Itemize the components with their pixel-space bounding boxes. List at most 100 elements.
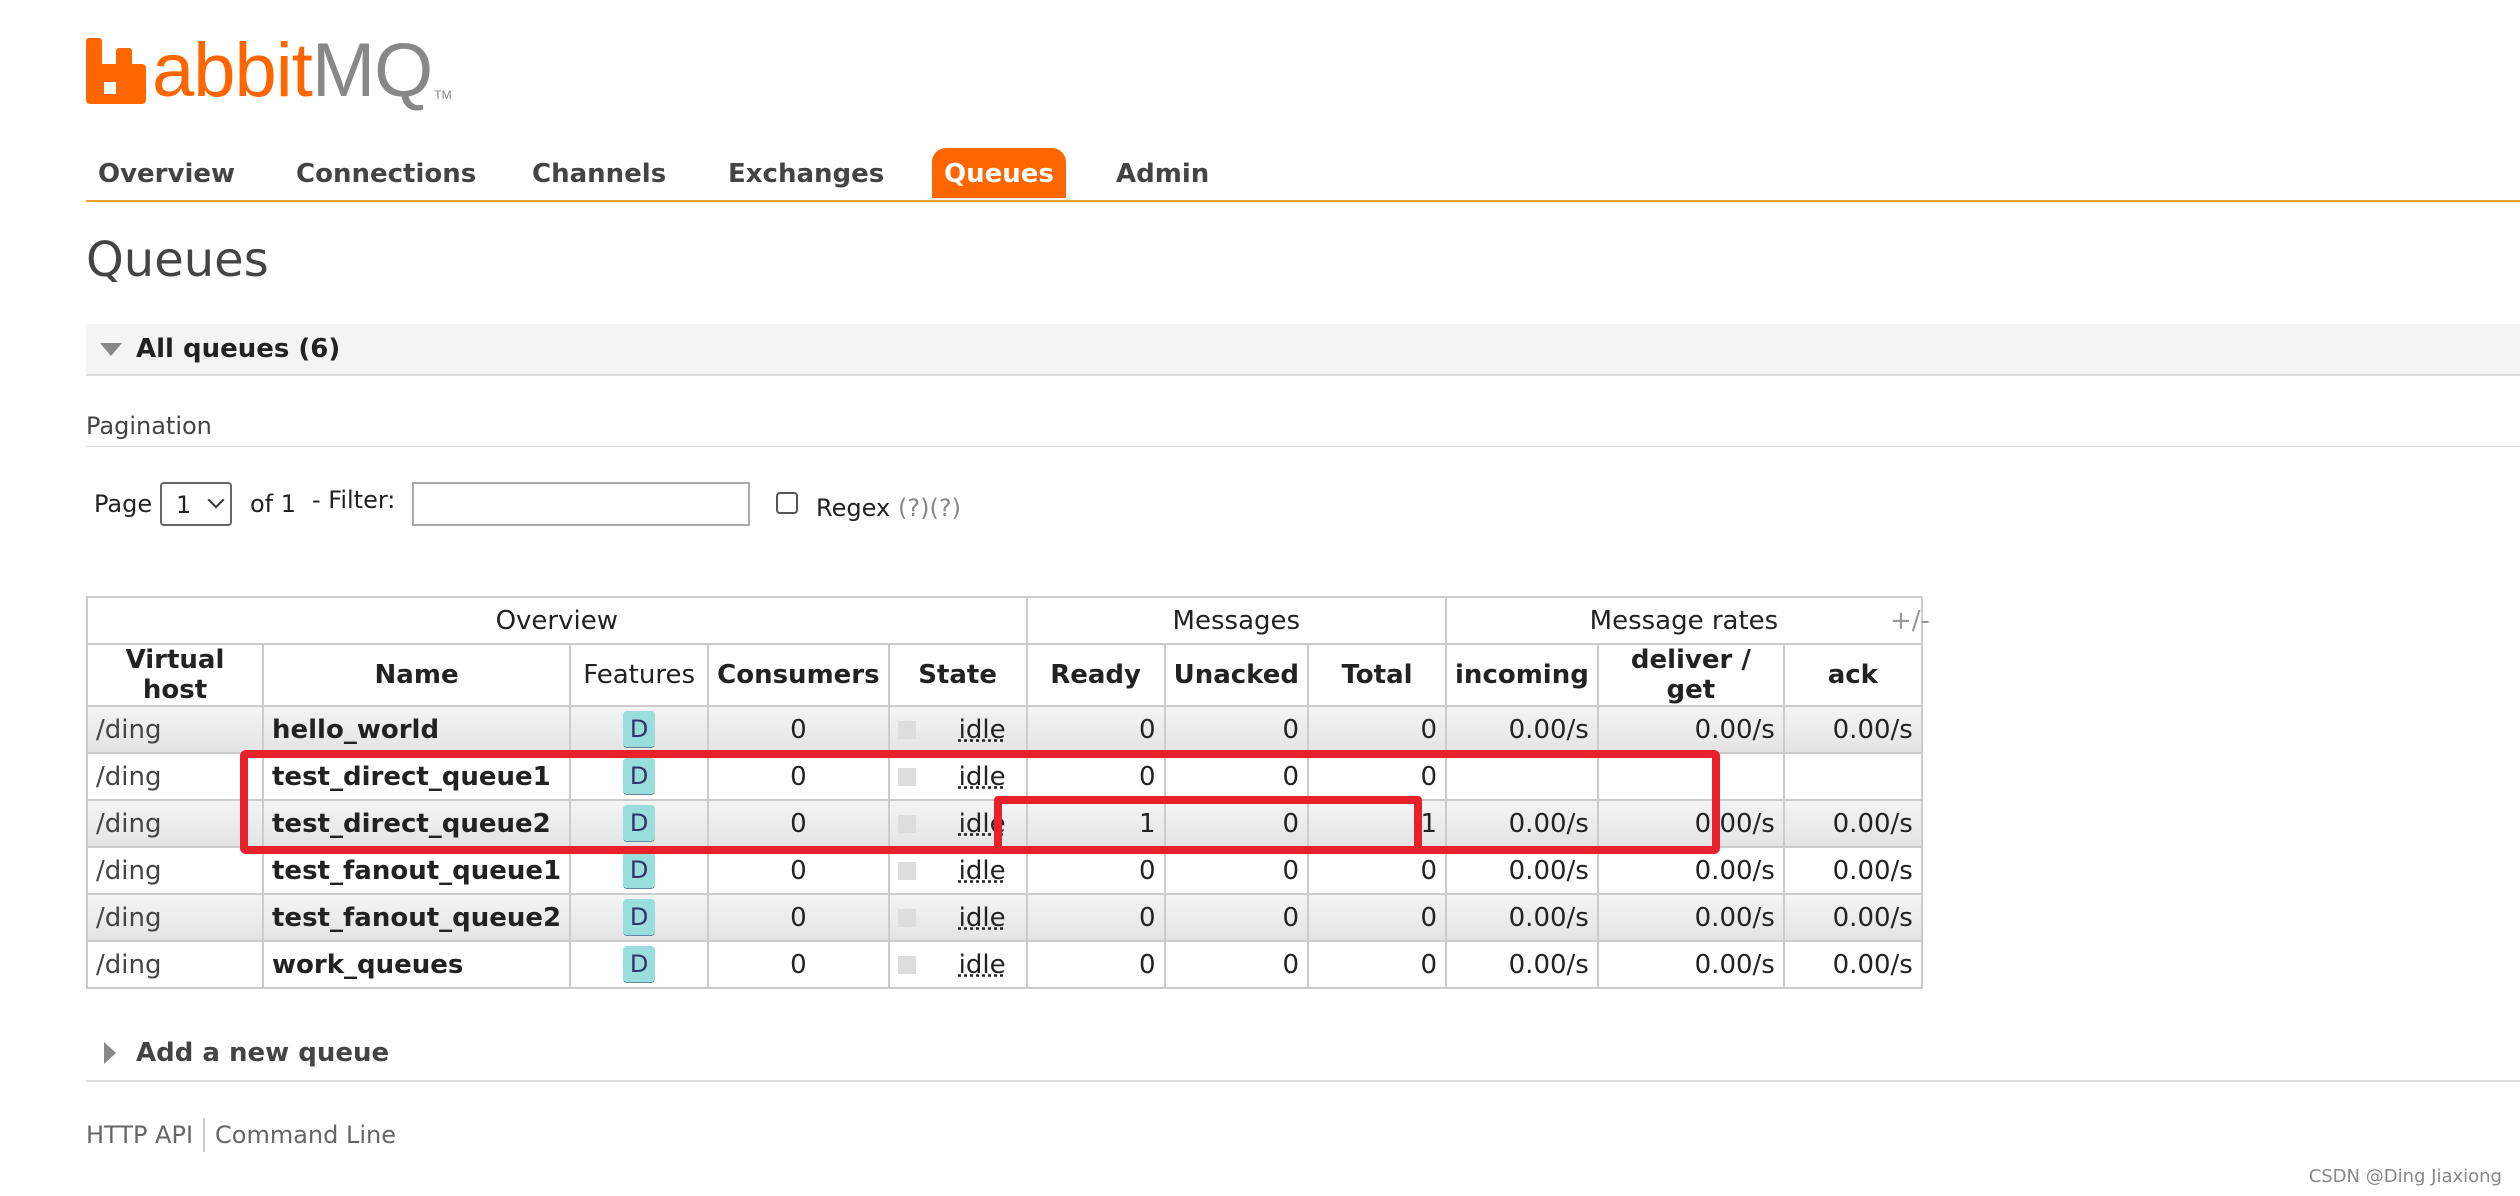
pagination-controls: Page 1 of 1 - Filter: Regex (?)(?) <box>94 482 994 528</box>
of-pages-label: of 1 <box>250 490 297 518</box>
col-deliver-get[interactable]: deliver / get <box>1596 643 1785 707</box>
add-queue-label: Add a new queue <box>136 1038 390 1068</box>
cell-vhost: /ding <box>86 846 264 895</box>
state-indicator-icon <box>897 861 916 880</box>
durable-badge: D <box>622 852 656 889</box>
col-features: Features <box>569 643 710 707</box>
cell-deliver-get: 0.00/s <box>1596 705 1785 754</box>
http-api-link[interactable]: HTTP API <box>86 1121 193 1149</box>
tab-exchanges[interactable]: Exchanges <box>716 148 896 198</box>
highlight-box-message-counts <box>994 796 1422 854</box>
state-text: idle <box>958 902 1006 933</box>
pagination-divider <box>86 446 2520 447</box>
cell-state: idle <box>887 940 1028 989</box>
highlight-box-direct-queues <box>240 750 1720 854</box>
cell-deliver-get: 0.00/s <box>1596 846 1785 895</box>
add-queue-section-toggle[interactable]: Add a new queue <box>86 1030 2520 1082</box>
group-header-messages: Messages <box>1025 596 1448 645</box>
toggle-columns-button[interactable]: +/- <box>1890 606 1930 636</box>
cell-incoming: 0.00/s <box>1445 893 1599 942</box>
logo-trademark: TM <box>434 88 452 102</box>
cell-ack: 0.00/s <box>1782 799 1923 848</box>
tab-queues[interactable]: Queues <box>932 148 1066 198</box>
col-consumers[interactable]: Consumers <box>707 643 890 707</box>
chevron-down-icon <box>207 491 225 509</box>
all-queues-section-toggle[interactable]: All queues (6) <box>86 324 2520 376</box>
table-row: /ding test_fanout_queue2 D 0 idle 0 0 0 … <box>86 893 1923 942</box>
rabbit-logo-icon <box>86 38 146 104</box>
cell-ready: 0 <box>1025 893 1166 942</box>
col-name[interactable]: Name <box>261 643 572 707</box>
cell-vhost: /ding <box>86 940 264 989</box>
cell-ack: 0.00/s <box>1782 705 1923 754</box>
cell-deliver-get: 0.00/s <box>1596 940 1785 989</box>
tab-overview[interactable]: Overview <box>86 148 247 198</box>
state-indicator-icon <box>897 720 916 739</box>
filter-label: - Filter: <box>312 486 396 514</box>
cell-features: D <box>569 893 710 942</box>
queue-name-link[interactable]: hello_world <box>261 705 572 754</box>
col-ready[interactable]: Ready <box>1025 643 1166 707</box>
cell-consumers: 0 <box>707 893 890 942</box>
cell-ready: 0 <box>1025 705 1166 754</box>
table-row: /ding work_queues D 0 idle 0 0 0 0.00/s … <box>86 940 1923 989</box>
state-text: idle <box>958 949 1006 980</box>
collapse-triangle-icon <box>100 343 122 356</box>
filter-input[interactable] <box>412 482 750 526</box>
footer: HTTP API Command Line <box>86 1118 396 1152</box>
page-select[interactable]: 1 <box>160 482 232 526</box>
cell-features: D <box>569 705 710 754</box>
col-total[interactable]: Total <box>1307 643 1448 707</box>
durable-badge: D <box>622 946 656 983</box>
col-state[interactable]: State <box>887 643 1028 707</box>
cell-total: 0 <box>1307 940 1448 989</box>
col-incoming[interactable]: incoming <box>1445 643 1599 707</box>
page-select-value: 1 <box>176 491 192 519</box>
queue-name-link[interactable]: work_queues <box>261 940 572 989</box>
cell-unacked: 0 <box>1163 705 1310 754</box>
state-text: idle <box>958 714 1006 745</box>
cell-incoming: 0.00/s <box>1445 846 1599 895</box>
cell-state: idle <box>887 893 1028 942</box>
col-virtual-host[interactable]: Virtual host <box>86 643 264 707</box>
cell-total: 0 <box>1307 846 1448 895</box>
group-header-overview: Overview <box>86 596 1028 645</box>
cell-ack <box>1782 752 1923 801</box>
cell-total: 0 <box>1307 705 1448 754</box>
state-indicator-icon <box>897 955 916 974</box>
state-text: idle <box>958 855 1006 886</box>
cell-total: 0 <box>1307 893 1448 942</box>
cell-vhost: /ding <box>86 799 264 848</box>
logo-wordmark: abbitMQ <box>152 28 433 113</box>
cell-unacked: 0 <box>1163 846 1310 895</box>
page-label: Page <box>94 490 153 518</box>
regex-help-links[interactable]: (?)(?) <box>898 494 961 522</box>
cell-consumers: 0 <box>707 846 890 895</box>
cell-ready: 0 <box>1025 846 1166 895</box>
tab-admin[interactable]: Admin <box>1104 148 1221 198</box>
tab-connections[interactable]: Connections <box>284 148 488 198</box>
cell-incoming: 0.00/s <box>1445 940 1599 989</box>
all-queues-label: All queues (6) <box>136 334 341 364</box>
cell-vhost: /ding <box>86 705 264 754</box>
cell-vhost: /ding <box>86 752 264 801</box>
queue-name-link[interactable]: test_fanout_queue2 <box>261 893 572 942</box>
tab-channels[interactable]: Channels <box>520 148 678 198</box>
cell-state: idle <box>887 705 1028 754</box>
page-title: Queues <box>86 232 269 288</box>
state-indicator-icon <box>897 908 916 927</box>
main-nav: Overview Connections Channels Exchanges … <box>86 148 2520 202</box>
regex-checkbox[interactable] <box>776 492 798 514</box>
regex-label: Regex <box>816 494 891 522</box>
cell-ready: 0 <box>1025 940 1166 989</box>
cell-deliver-get: 0.00/s <box>1596 893 1785 942</box>
durable-badge: D <box>622 899 656 936</box>
col-ack[interactable]: ack <box>1782 643 1923 707</box>
queue-name-link[interactable]: test_fanout_queue1 <box>261 846 572 895</box>
expand-triangle-icon <box>104 1042 116 1064</box>
command-line-link[interactable]: Command Line <box>215 1121 396 1149</box>
cell-incoming: 0.00/s <box>1445 705 1599 754</box>
cell-consumers: 0 <box>707 940 890 989</box>
cell-unacked: 0 <box>1163 940 1310 989</box>
col-unacked[interactable]: Unacked <box>1163 643 1310 707</box>
